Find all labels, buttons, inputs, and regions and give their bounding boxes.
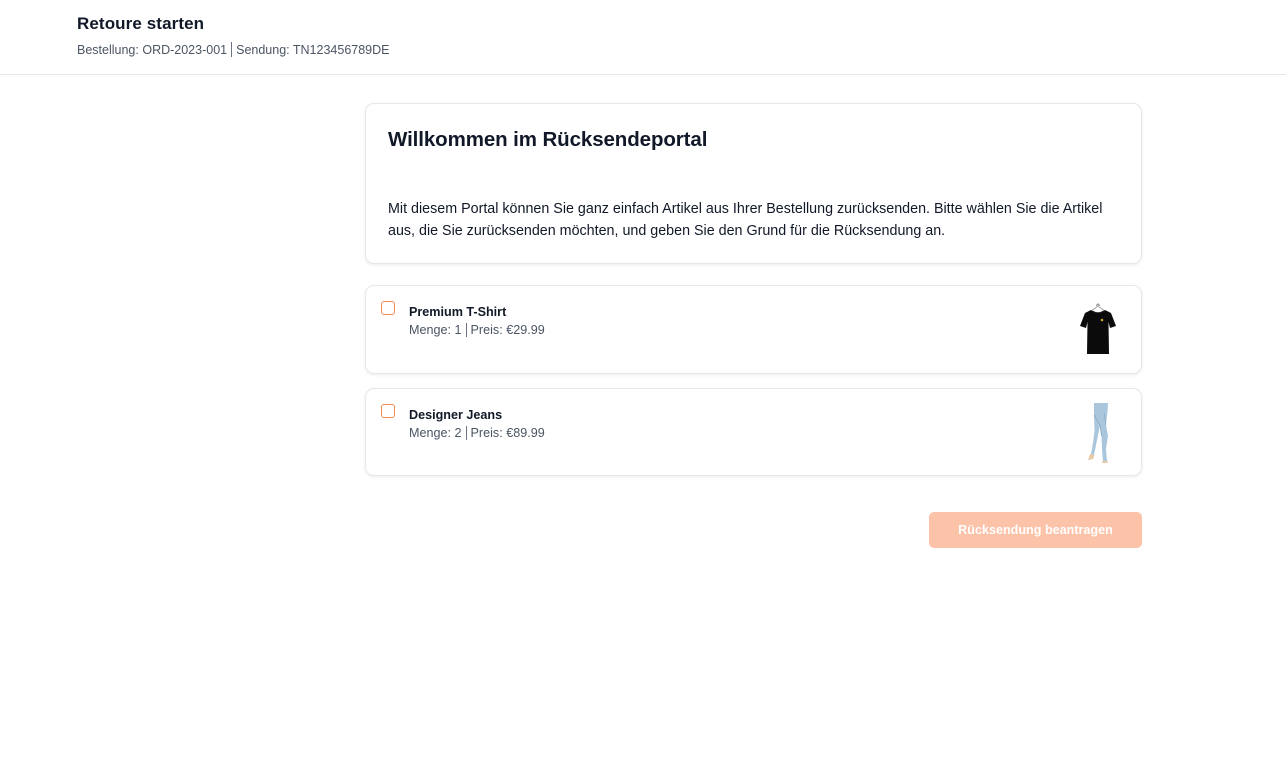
item-checkbox[interactable] [381, 301, 395, 315]
shipment-label: Sendung: [236, 43, 290, 57]
item-price: €89.99 [506, 426, 545, 440]
page-header: Retoure starten Bestellung: ORD-2023-001… [0, 0, 1286, 75]
welcome-text: Mit diesem Portal können Sie ganz einfac… [388, 201, 1103, 239]
return-item-card[interactable]: Designer Jeans Menge: 2 Preis: €89.99 [365, 388, 1142, 476]
item-name: Premium T-Shirt [409, 305, 507, 319]
item-checkbox[interactable] [381, 404, 395, 418]
item-meta: Menge: 2 Preis: €89.99 [409, 426, 545, 440]
divider [231, 42, 233, 57]
item-qty-label: Menge: [409, 323, 452, 337]
item-qty: 2 [454, 426, 462, 440]
tshirt-image [1080, 303, 1116, 354]
item-price: €29.99 [506, 323, 545, 337]
item-qty: 1 [454, 323, 462, 337]
welcome-heading: Willkommen im Rücksendeportal [388, 128, 708, 151]
submit-return-button[interactable]: Rücksendung beantragen [929, 512, 1142, 548]
divider [465, 426, 467, 440]
page-title: Retoure starten [77, 14, 205, 33]
item-price-label: Preis: [470, 323, 503, 337]
order-info: Bestellung: ORD-2023-001 Sendung: TN12345… [77, 42, 390, 57]
return-item-card[interactable]: Premium T-Shirt Menge: 1 Preis: €29.99 [365, 285, 1142, 374]
item-meta: Menge: 1 Preis: €29.99 [409, 323, 545, 337]
divider [465, 323, 467, 337]
jeans-image [1088, 403, 1108, 463]
item-name: Designer Jeans [409, 408, 503, 422]
item-qty-label: Menge: [409, 426, 452, 440]
order-label: Bestellung: [77, 43, 139, 57]
order-id: ORD-2023-001 [142, 43, 228, 57]
welcome-card: Willkommen im Rücksendeportal Mit diesem… [365, 103, 1142, 264]
shipment-id: TN123456789DE [292, 43, 390, 57]
item-price-label: Preis: [470, 426, 503, 440]
